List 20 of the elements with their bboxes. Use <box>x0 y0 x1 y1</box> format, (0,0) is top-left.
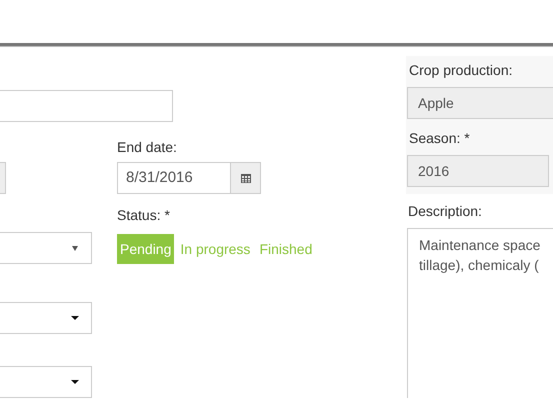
date-field[interactable]: 8/31/2016 <box>117 162 231 194</box>
field-label: Status: * <box>117 206 171 225</box>
select-field[interactable] <box>0 302 92 334</box>
field-label: End date: <box>117 138 178 157</box>
caret-icon <box>71 316 79 320</box>
text-field[interactable] <box>0 90 173 122</box>
field-label: Season: * <box>409 129 471 148</box>
status-option[interactable]: Pending <box>117 234 174 264</box>
caret-icon <box>71 246 79 250</box>
caret-icon <box>71 380 79 384</box>
field-label: Crop production: <box>409 61 514 80</box>
status-option[interactable]: In progress <box>177 234 254 264</box>
status-option[interactable]: Finished <box>256 234 316 264</box>
description-field[interactable]: Maintenance space tillage), chemicaly ( <box>407 228 553 398</box>
crop-field: Apple <box>407 87 553 119</box>
select-field[interactable] <box>0 232 92 264</box>
season-field: 2016 <box>407 155 549 187</box>
calendar-icon <box>240 173 250 183</box>
field-label: Description: <box>408 202 483 221</box>
select-field[interactable] <box>0 366 92 398</box>
